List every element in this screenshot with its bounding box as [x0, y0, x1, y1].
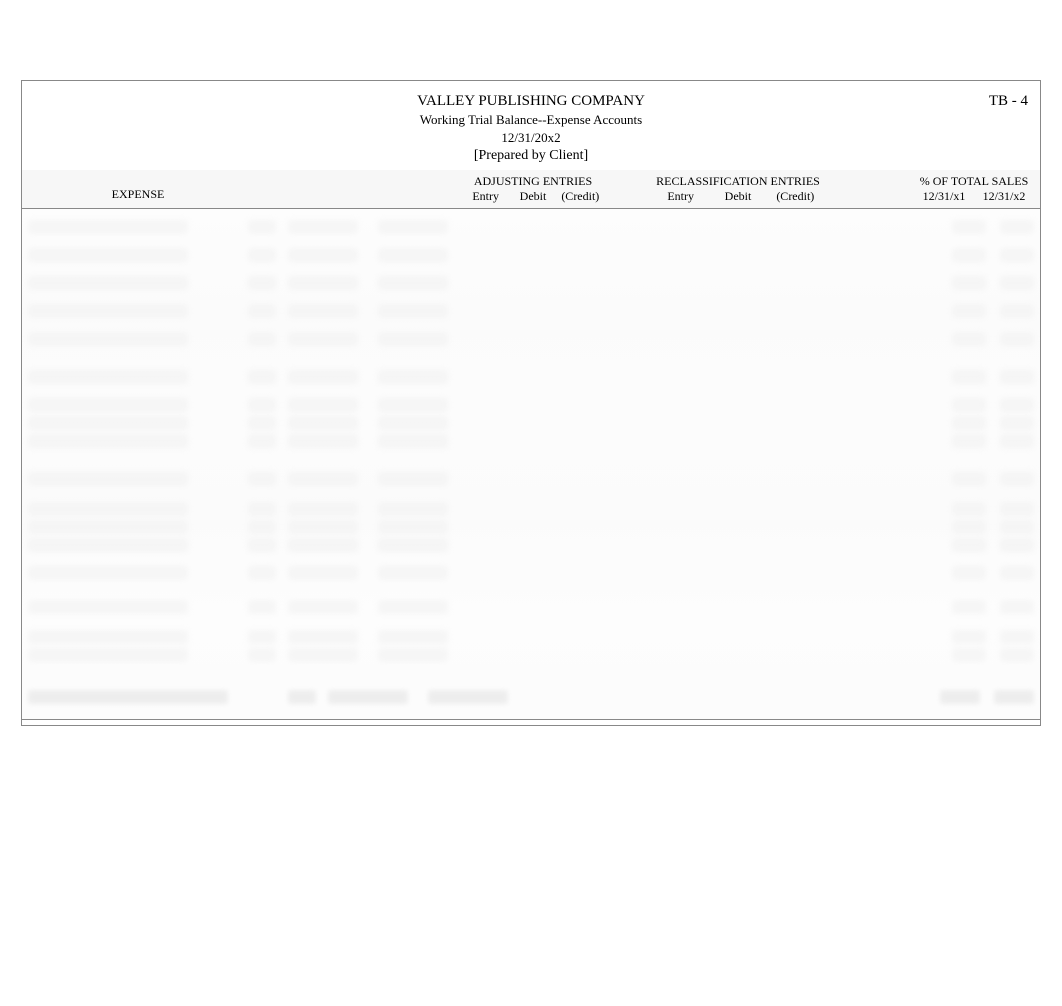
prepared-by: [Prepared by Client] — [22, 148, 1040, 170]
table-body-obscured — [22, 209, 1040, 719]
col-group-pct-sales: % OF TOTAL SALES 12/31/x1 12/31/x2 — [914, 174, 1034, 204]
page-reference: TB - 4 — [989, 93, 1028, 110]
col-group-pct-sales-label: % OF TOTAL SALES — [914, 174, 1034, 189]
column-header-row: EXPENSE ADJUSTING ENTRIES Entry Debit (C… — [22, 170, 1040, 209]
report-header: TB - 4 VALLEY PUBLISHING COMPANY Working… — [22, 81, 1040, 170]
col-header-pct-x1: 12/31/x1 — [923, 189, 966, 204]
sheet-footer-border — [22, 719, 1040, 725]
col-header-pct-x2: 12/31/x2 — [983, 189, 1026, 204]
col-header-recl-entry: Entry — [652, 189, 709, 204]
col-group-adjusting-label: ADJUSTING ENTRIES — [458, 174, 608, 189]
col-header-recl-credit: (Credit) — [767, 189, 824, 204]
col-header-expense: EXPENSE — [28, 187, 248, 204]
spacer — [608, 174, 648, 204]
trial-balance-sheet: TB - 4 VALLEY PUBLISHING COMPANY Working… — [21, 80, 1041, 726]
report-title: Working Trial Balance--Expense Accounts — [22, 112, 1040, 128]
col-header-adj-debit: Debit — [509, 189, 556, 204]
col-group-adjusting: ADJUSTING ENTRIES Entry Debit (Credit) — [458, 174, 608, 204]
col-header-recl-debit: Debit — [709, 189, 766, 204]
col-header-adj-credit: (Credit) — [557, 189, 604, 204]
company-name: VALLEY PUBLISHING COMPANY — [22, 93, 1040, 110]
col-group-reclass: RECLASSIFICATION ENTRIES Entry Debit (Cr… — [648, 174, 828, 204]
as-of-date: 12/31/20x2 — [22, 130, 1040, 146]
col-group-reclass-label: RECLASSIFICATION ENTRIES — [648, 174, 828, 189]
col-header-adj-entry: Entry — [462, 189, 509, 204]
